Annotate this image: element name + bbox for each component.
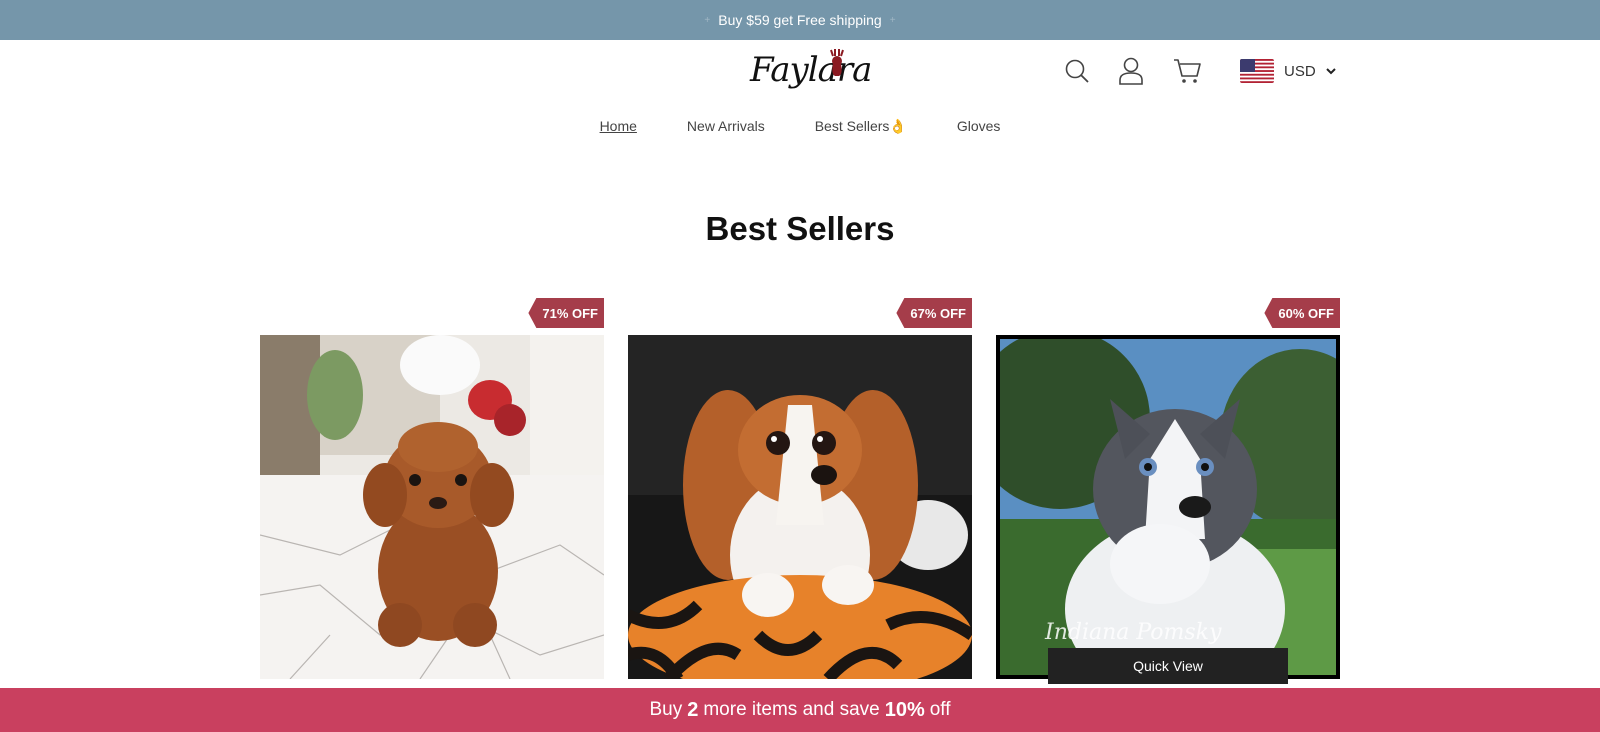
chevron-down-icon xyxy=(1325,67,1336,74)
promo-bar: Buy 2 more items and save 10% off xyxy=(0,688,1600,732)
nav-item-best-sellers[interactable]: Best Sellers👌 xyxy=(815,118,907,135)
main-nav: Home New Arrivals Best Sellers👌 Gloves xyxy=(0,118,1600,135)
section-title: Best Sellers xyxy=(705,210,895,247)
deer-logo-icon xyxy=(830,49,844,76)
currency-selector[interactable]: USD xyxy=(1240,56,1336,86)
logo-text: Faylara xyxy=(750,50,872,90)
us-flag-icon xyxy=(1240,59,1274,83)
promo-text-post: off xyxy=(929,699,951,720)
site-logo[interactable]: Faylara xyxy=(740,44,872,100)
announcement-bar: + Buy $59 get Free shipping + xyxy=(0,0,1600,40)
photo-watermark-signature: Indiana Pomsky xyxy=(1044,620,1222,645)
user-icon[interactable] xyxy=(1115,55,1147,87)
nav-item-new-arrivals[interactable]: New Arrivals xyxy=(687,118,765,135)
product-card[interactable]: 71% OFF xyxy=(260,298,604,679)
promo-count: 2 xyxy=(687,698,699,721)
nav-item-home[interactable]: Home xyxy=(600,118,637,135)
promo-text-pre: Buy xyxy=(649,699,683,720)
product-image-husky[interactable]: Indiana Pomsky xyxy=(996,335,1340,679)
product-card[interactable]: 67% OFF xyxy=(628,298,972,679)
discount-badge: 71% OFF xyxy=(528,298,604,328)
currency-code: USD xyxy=(1284,62,1316,80)
promo-percent: 10% xyxy=(884,698,925,721)
announcement-deco-right: + xyxy=(889,14,896,26)
discount-badge: 60% OFF xyxy=(1264,298,1340,328)
announcement-text: Buy $59 get Free shipping xyxy=(718,12,882,28)
announcement-deco-left: + xyxy=(704,14,711,26)
cart-icon[interactable] xyxy=(1171,55,1203,87)
quick-view-button[interactable]: Quick View xyxy=(1048,648,1288,684)
promo-text-mid: more items and save xyxy=(703,699,880,720)
product-image-cavalier[interactable] xyxy=(628,335,972,679)
discount-badge: 67% OFF xyxy=(896,298,972,328)
search-icon[interactable] xyxy=(1061,55,1093,87)
nav-item-gloves[interactable]: Gloves xyxy=(957,118,1001,135)
product-image-poodle[interactable] xyxy=(260,335,604,679)
product-card[interactable]: 60% OFF Indiana Pomsky Quick View xyxy=(996,298,1340,684)
